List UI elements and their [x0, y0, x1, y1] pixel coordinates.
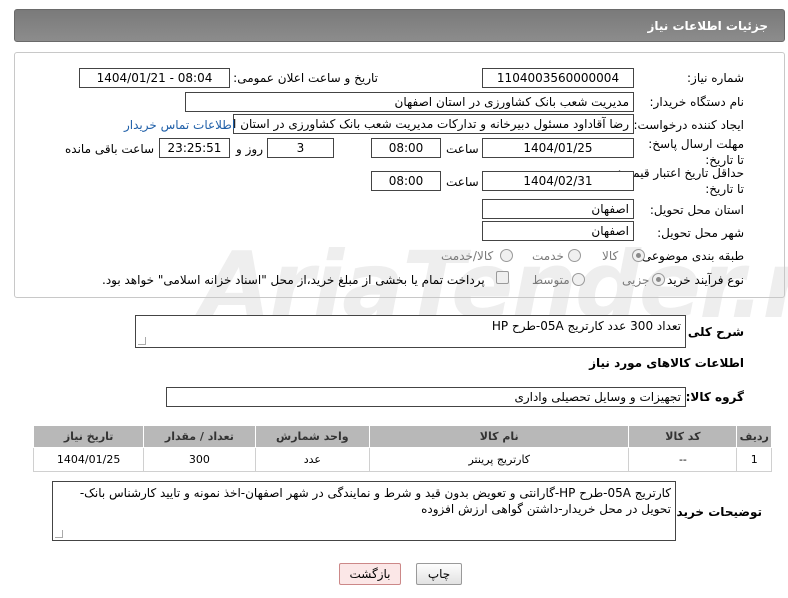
- summary-text: تعداد 300 عدد کارتریج 05A-طرح HP: [491, 319, 681, 333]
- category-goods-label: کالا: [602, 249, 619, 263]
- resize-handle-icon[interactable]: [138, 337, 146, 345]
- page-header: جزئیات اطلاعات نیاز: [14, 9, 785, 42]
- announce-datetime-field[interactable]: 1404/01/21 - 08:04: [79, 68, 230, 88]
- col-quantity: تعداد / مقدار: [143, 425, 256, 448]
- cell-row-number: 1: [736, 447, 772, 472]
- cell-need-date: 1404/01/25: [32, 447, 145, 472]
- days-field[interactable]: 3: [267, 138, 334, 158]
- treasury-payment-checkbox[interactable]: [496, 271, 509, 284]
- col-item-code: کد کالا: [628, 425, 738, 448]
- process-medium-label: متوسط: [532, 273, 570, 287]
- process-type-label: نوع فرآیند خرید :: [659, 273, 744, 287]
- creator-label: ایجاد کننده درخواست:: [633, 118, 744, 132]
- deadline-time-word: ساعت: [446, 142, 479, 156]
- announce-datetime-label: تاریخ و ساعت اعلان عمومی:: [233, 71, 378, 85]
- goods-section-title: اطلاعات کالاهای مورد نیاز: [589, 356, 744, 370]
- need-number-field[interactable]: 1104003560000004: [482, 68, 634, 88]
- deadline-label: مهلت ارسال پاسخ: تا تاریخ:: [648, 137, 744, 167]
- buyer-notes-field[interactable]: کارتریج 05A-طرح HP-گارانتی و تعویض بدون …: [52, 481, 676, 541]
- goods-group-field[interactable]: تجهیزات و وسایل تحصیلی واداری: [166, 387, 686, 407]
- validity-time-word: ساعت: [446, 175, 479, 189]
- creator-field[interactable]: رضا آقاداود مسئول دبیرخانه و تدارکات مدی…: [233, 114, 634, 134]
- cell-item-code: --: [628, 447, 738, 472]
- deadline-time-field[interactable]: 08:00: [371, 138, 441, 158]
- col-need-date: تاریخ نیاز: [32, 425, 145, 448]
- process-medium-radio[interactable]: [572, 273, 585, 286]
- province-label: استان محل تحویل:: [649, 203, 744, 217]
- process-minor-label: جزیی: [622, 273, 650, 287]
- goods-group-label: گروه کالا:: [685, 390, 744, 404]
- col-unit: واحد شمارش: [254, 425, 371, 448]
- cell-quantity: 300: [143, 447, 256, 472]
- table-row[interactable]: 1 -- کارتریج پرینتر عدد 300 1404/01/25: [32, 447, 772, 472]
- need-number-label: شماره نیاز:: [687, 71, 744, 85]
- category-goods-service-label: کالا/خدمت: [441, 249, 494, 263]
- remaining-time-field[interactable]: 23:25:51: [159, 138, 230, 158]
- cell-item-name: کارتریج پرینتر: [369, 447, 630, 472]
- category-service-label: خدمت: [532, 249, 564, 263]
- treasury-payment-note: پرداخت تمام یا بخشی از مبلغ خرید،از محل …: [102, 273, 485, 287]
- days-word: روز و: [236, 142, 263, 156]
- buyer-org-field[interactable]: مدیریت شعب بانک کشاورزی در استان اصفهان: [185, 92, 634, 112]
- cell-unit: عدد: [254, 447, 371, 472]
- buyer-notes-text: کارتریج 05A-طرح HP-گارانتی و تعویض بدون …: [79, 486, 671, 516]
- buyer-contact-link[interactable]: اطلاعات تماس خریدار: [124, 118, 235, 132]
- process-minor-radio[interactable]: [652, 273, 665, 286]
- category-goods-service-radio[interactable]: [500, 249, 513, 262]
- city-field[interactable]: اصفهان: [482, 221, 634, 241]
- buyer-org-label: نام دستگاه خریدار:: [649, 95, 745, 109]
- back-button[interactable]: بازگشت: [339, 563, 401, 585]
- resize-handle-icon[interactable]: [55, 530, 63, 538]
- province-field[interactable]: اصفهان: [482, 199, 634, 219]
- city-label: شهر محل تحویل:: [657, 226, 744, 240]
- validity-time-field[interactable]: 08:00: [371, 171, 441, 191]
- category-label: طبقه بندی موضوعی:: [637, 249, 744, 263]
- category-goods-radio[interactable]: [632, 249, 645, 262]
- page-title: جزئیات اطلاعات نیاز: [647, 19, 768, 33]
- summary-field[interactable]: تعداد 300 عدد کارتریج 05A-طرح HP: [135, 315, 686, 348]
- remaining-time-label: ساعت باقی مانده: [65, 142, 155, 156]
- goods-table: ردیف کد کالا نام کالا واحد شمارش تعداد /…: [32, 425, 772, 472]
- print-button[interactable]: چاپ: [416, 563, 462, 585]
- col-row-number: ردیف: [736, 425, 772, 448]
- col-item-name: نام کالا: [369, 425, 630, 448]
- table-header-row: ردیف کد کالا نام کالا واحد شمارش تعداد /…: [32, 425, 772, 448]
- validity-date-field[interactable]: 1404/02/31: [482, 171, 634, 191]
- deadline-date-field[interactable]: 1404/01/25: [482, 138, 634, 158]
- category-service-radio[interactable]: [568, 249, 581, 262]
